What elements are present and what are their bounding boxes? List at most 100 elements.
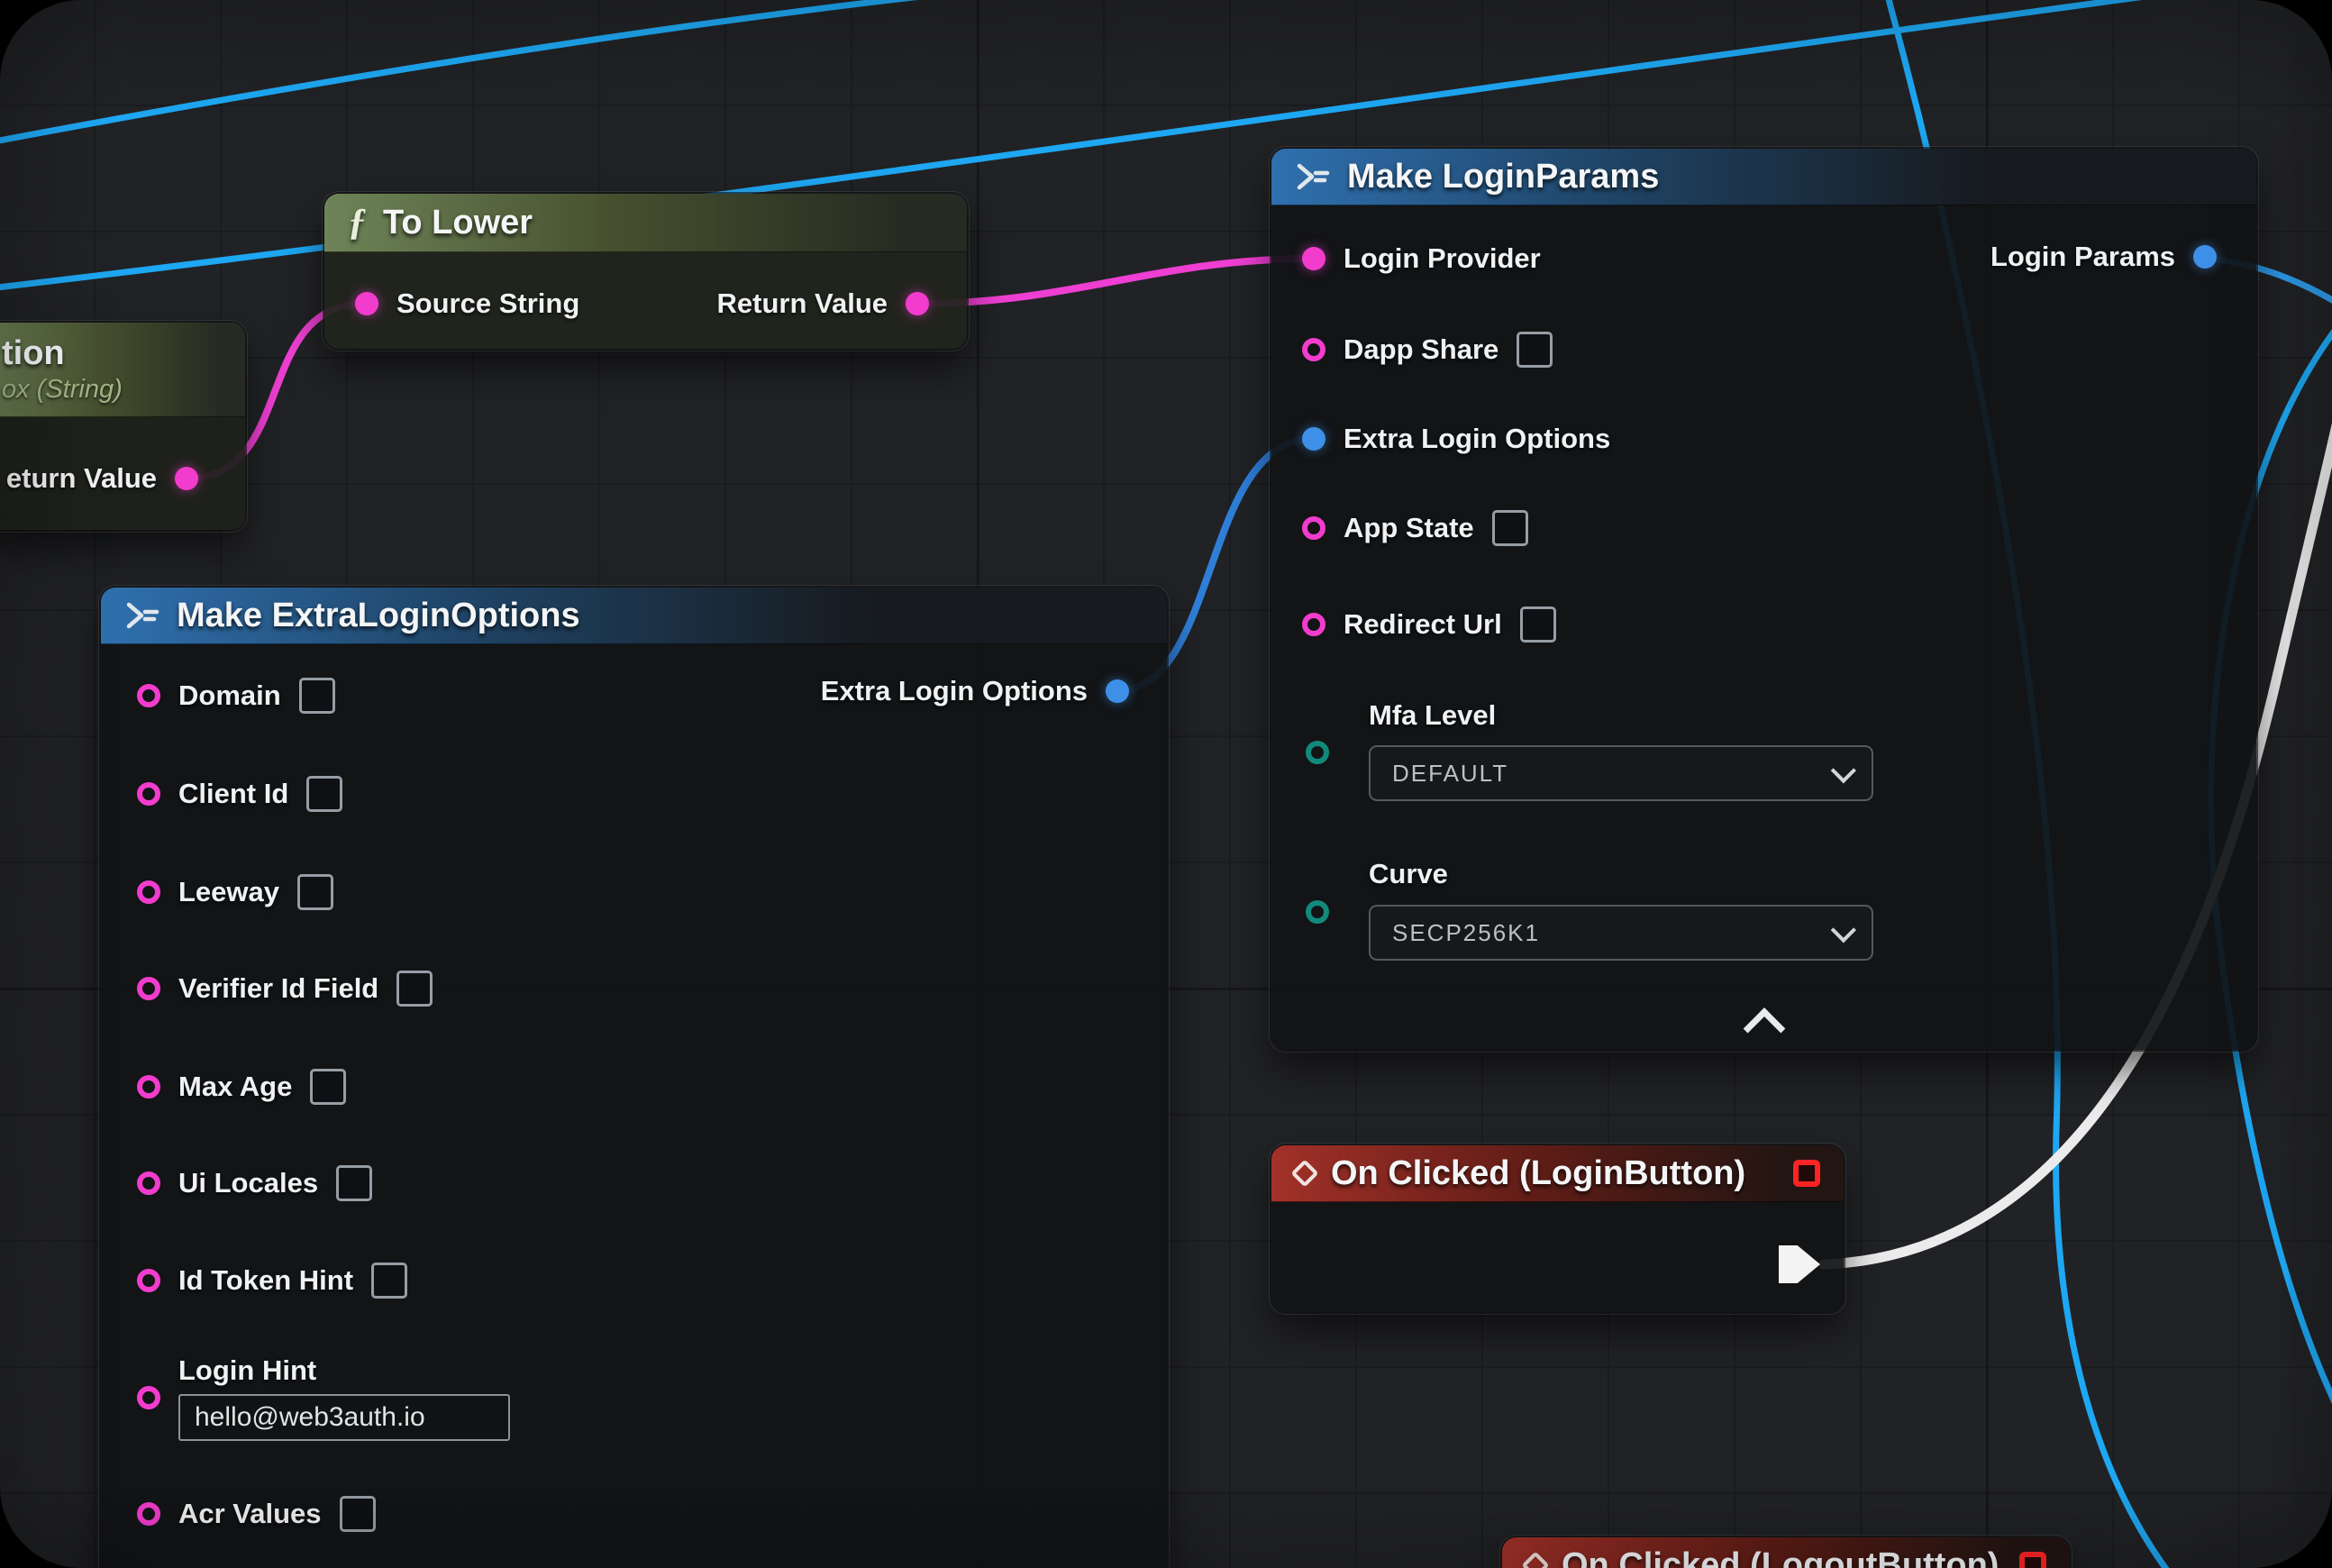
pin-label: Login Params	[1990, 241, 2175, 273]
pin-row-client-id: Client Id	[137, 776, 342, 812]
pin-return-value[interactable]	[175, 467, 198, 490]
pin-label: Acr Values	[178, 1498, 322, 1530]
node-header[interactable]: Make LoginParams	[1271, 149, 2256, 205]
dapp-share-checkbox[interactable]	[1517, 332, 1553, 368]
node-partial-function[interactable]: tion ox (String) eturn Value	[0, 323, 245, 530]
node-to-lower[interactable]: ƒ To Lower Source String Return Value	[324, 194, 967, 349]
pin-label: Dapp Share	[1344, 333, 1498, 366]
pin-max-age[interactable]	[137, 1075, 160, 1099]
pin-mfa-level[interactable]	[1306, 741, 1329, 764]
pin-row-verifier-id-field: Verifier Id Field	[137, 971, 433, 1007]
pin-label: Login Provider	[1344, 242, 1541, 275]
node-header[interactable]: On Clicked (LogoutButton)	[1502, 1537, 2070, 1568]
pin-ui-locales[interactable]	[137, 1171, 160, 1195]
pin-extra-login-options-out[interactable]	[1106, 679, 1129, 703]
wire-string-tolower-to-provider	[915, 259, 1314, 304]
node-header[interactable]: tion ox (String)	[0, 323, 245, 417]
function-icon: ƒ	[348, 204, 367, 242]
node-title: On Clicked (LogoutButton)	[1562, 1546, 1999, 1568]
pin-login-hint[interactable]	[137, 1386, 160, 1409]
curve-dropdown[interactable]: SECP256K1	[1369, 905, 1873, 961]
max-age-checkbox[interactable]	[310, 1069, 346, 1105]
chevron-down-icon	[1831, 917, 1856, 943]
redirect-url-checkbox[interactable]	[1520, 606, 1556, 643]
delegate-pin[interactable]	[2019, 1552, 2046, 1568]
pin-row-ui-locales: Ui Locales	[137, 1165, 372, 1201]
pin-domain[interactable]	[137, 684, 160, 707]
pin-row-login-provider: Login Provider	[1302, 242, 1541, 275]
pin-label: Return Value	[717, 287, 888, 320]
ui-locales-checkbox[interactable]	[336, 1165, 372, 1201]
pin-verifier-id-field[interactable]	[137, 977, 160, 1000]
mfa-level-value: DEFAULT	[1392, 760, 1508, 788]
verifier-id-field-checkbox[interactable]	[396, 971, 433, 1007]
mfa-level-dropdown[interactable]: DEFAULT	[1369, 745, 1873, 801]
pin-label: Login Hint	[178, 1354, 510, 1387]
pin-label: App State	[1344, 512, 1474, 544]
pin-label: Max Age	[178, 1071, 292, 1103]
pin-label: Source String	[396, 287, 579, 320]
event-diamond-icon	[1290, 1159, 1318, 1187]
pin-acr-values[interactable]	[137, 1502, 160, 1526]
mfa-level-label-row: Mfa Level	[1369, 699, 1496, 732]
node-make-login-params[interactable]: Make LoginParams Login Params Login Prov…	[1271, 149, 2256, 1050]
node-on-clicked-login-button[interactable]: On Clicked (LoginButton)	[1271, 1145, 1844, 1312]
app-state-checkbox[interactable]	[1492, 510, 1528, 546]
pin-row-login-hint: Login Hint	[137, 1354, 510, 1441]
make-struct-icon	[1295, 161, 1331, 192]
pin-row-acr-values: Acr Values	[137, 1496, 376, 1532]
pin-row-source-string: Source String	[355, 287, 579, 320]
node-make-extra-login-options[interactable]: Make ExtraLoginOptions Extra Login Optio…	[101, 588, 1167, 1568]
pin-label: Extra Login Options	[821, 675, 1088, 707]
event-diamond-icon	[1521, 1551, 1549, 1568]
pin-row-max-age: Max Age	[137, 1069, 346, 1105]
node-on-clicked-logout-button[interactable]: On Clicked (LogoutButton)	[1502, 1537, 2070, 1568]
leeway-checkbox[interactable]	[297, 874, 333, 910]
pin-row-id-token-hint: Id Token Hint	[137, 1263, 407, 1299]
pin-extra-login-options-in[interactable]	[1302, 427, 1325, 451]
node-title: tion	[2, 334, 65, 373]
login-hint-input[interactable]	[178, 1394, 510, 1441]
pin-row-leeway: Leeway	[137, 874, 333, 910]
pin-label: Domain	[178, 679, 281, 712]
acr-values-checkbox[interactable]	[340, 1496, 376, 1532]
node-header[interactable]: On Clicked (LoginButton)	[1271, 1145, 1844, 1202]
id-token-hint-checkbox[interactable]	[371, 1263, 407, 1299]
pin-redirect-url[interactable]	[1302, 613, 1325, 636]
pin-row-return-value: Return Value	[717, 287, 930, 320]
pin-curve[interactable]	[1306, 900, 1329, 924]
pin-leeway[interactable]	[137, 880, 160, 904]
node-title: Make ExtraLoginOptions	[177, 597, 580, 635]
pin-label: Verifier Id Field	[178, 972, 378, 1005]
blueprint-graph-canvas[interactable]: tion ox (String) eturn Value ƒ To Lower …	[0, 0, 2332, 1568]
pin-login-provider[interactable]	[1302, 247, 1325, 270]
pin-label: Ui Locales	[178, 1167, 318, 1199]
pin-label: Client Id	[178, 778, 288, 810]
client-id-checkbox[interactable]	[306, 776, 342, 812]
delegate-pin[interactable]	[1793, 1160, 1820, 1187]
node-header[interactable]: ƒ To Lower	[324, 194, 967, 252]
pin-id-token-hint[interactable]	[137, 1269, 160, 1292]
pin-row-redirect-url: Redirect Url	[1302, 606, 1556, 643]
pin-return-value[interactable]	[906, 292, 929, 315]
node-title: On Clicked (LoginButton)	[1331, 1154, 1745, 1193]
pin-row-extra-login-options-out: Extra Login Options	[821, 675, 1129, 707]
pin-label: Leeway	[178, 876, 279, 908]
pin-source-string[interactable]	[355, 292, 378, 315]
pin-label: Extra Login Options	[1344, 423, 1610, 455]
pin-client-id[interactable]	[137, 782, 160, 806]
node-subtitle: ox (String)	[2, 375, 123, 405]
domain-checkbox[interactable]	[299, 678, 335, 714]
node-header[interactable]: Make ExtraLoginOptions	[101, 588, 1167, 644]
pin-row-app-state: App State	[1302, 510, 1528, 546]
pin-login-params-out[interactable]	[2193, 245, 2217, 269]
pin-app-state[interactable]	[1302, 516, 1325, 540]
collapse-chevron-up-icon[interactable]	[1743, 1007, 1785, 1050]
pin-dapp-share[interactable]	[1302, 338, 1325, 361]
exec-out-pin[interactable]	[1779, 1245, 1820, 1283]
curve-label: Curve	[1369, 858, 1448, 890]
pin-label: Redirect Url	[1344, 608, 1502, 641]
curve-label-row: Curve	[1369, 858, 1448, 890]
pin-row-extra-login-options-in: Extra Login Options	[1302, 423, 1610, 455]
curve-value: SECP256K1	[1392, 919, 1540, 947]
